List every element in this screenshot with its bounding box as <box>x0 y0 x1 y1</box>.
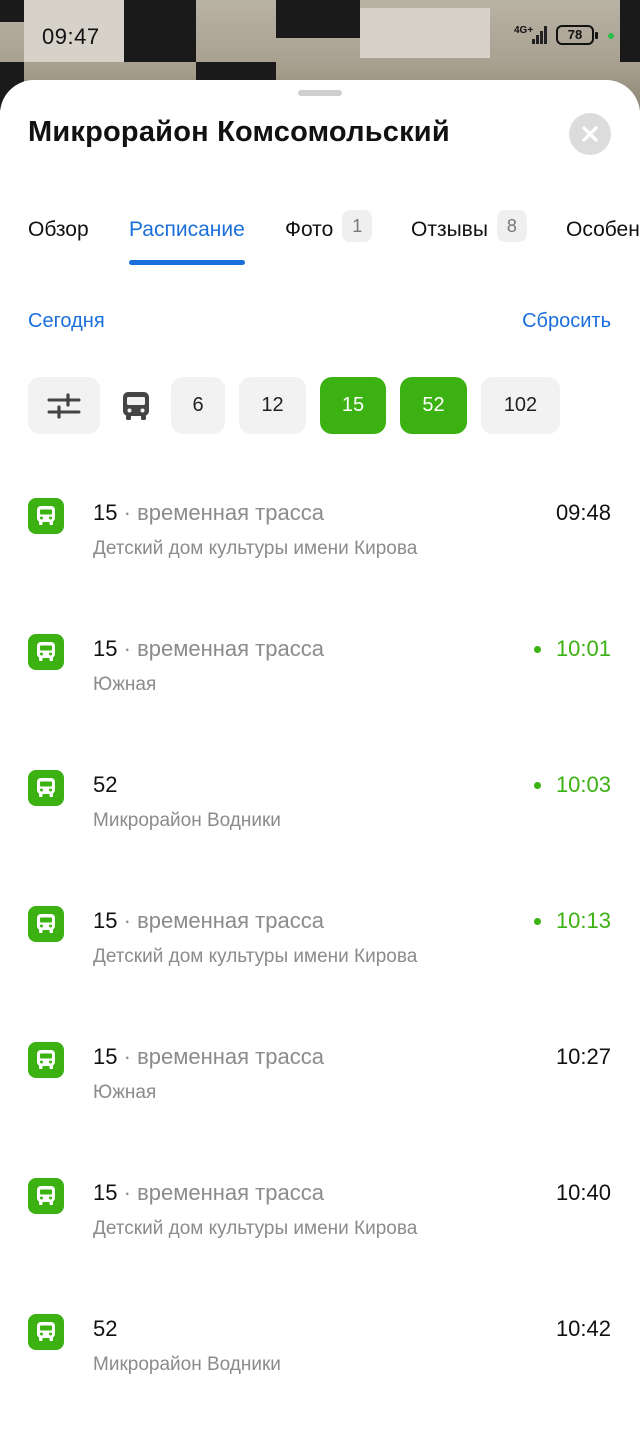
sliders-icon <box>47 392 81 419</box>
route-separator: · <box>123 500 131 525</box>
tab-label: Отзывы <box>411 218 488 241</box>
bus-icon <box>28 770 64 806</box>
route-label: 15 · временная трасса <box>93 908 324 934</box>
route-label: 15 · временная трасса <box>93 500 324 526</box>
bus-icon <box>28 906 64 942</box>
destination: Микрорайон Водники <box>93 810 281 831</box>
tab-features[interactable]: Особен <box>566 210 640 266</box>
tab-reviews[interactable]: Отзывы 8 <box>411 210 527 266</box>
bus-icon <box>28 1314 64 1350</box>
stop-card-sheet: Микрорайон Комсомольский Обзор Расписани… <box>0 80 640 1430</box>
departure-time: 10:13 <box>555 908 611 933</box>
realtime-indicator <box>534 646 541 653</box>
tab-photos[interactable]: Фото 1 <box>285 210 373 266</box>
route-chip-15[interactable]: 15 <box>320 377 386 434</box>
bus-icon <box>28 1178 64 1214</box>
route-note: временная трасса <box>137 908 324 933</box>
destination: Южная <box>93 1082 157 1103</box>
schedule-row[interactable]: 15 · временная трасса Детский дом культу… <box>0 498 640 608</box>
schedule-row[interactable]: 52 Микрорайон Водники 10:42 <box>0 1314 640 1424</box>
route-note: временная трасса <box>137 1180 324 1205</box>
tab-overview[interactable]: Обзор <box>28 210 89 266</box>
route-number: 15 <box>93 500 118 525</box>
departure-time: 10:42 <box>555 1316 611 1341</box>
route-filters: 6 12 15 52 102 <box>0 377 640 435</box>
route-number: 52 <box>93 772 118 797</box>
route-number: 52 <box>93 1316 118 1341</box>
close-button[interactable] <box>569 113 611 155</box>
route-number: 15 <box>93 1044 118 1069</box>
route-separator: · <box>123 908 131 933</box>
close-icon <box>582 126 598 142</box>
route-chip-12[interactable]: 12 <box>239 377 306 434</box>
route-label: 52 <box>93 1316 117 1342</box>
route-number: 15 <box>93 908 118 933</box>
status-bar: 09:47 4G+ 78 <box>0 0 640 70</box>
bus-icon <box>123 391 149 420</box>
tab-label: Обзор <box>28 218 89 241</box>
privacy-indicator <box>608 33 614 39</box>
destination: Детский дом культуры имени Кирова <box>93 946 418 967</box>
route-separator: · <box>123 1180 131 1205</box>
route-chip-102[interactable]: 102 <box>481 377 560 434</box>
reviews-count-badge: 8 <box>496 210 527 242</box>
route-chip-6[interactable]: 6 <box>171 377 225 434</box>
tab-label: Фото <box>285 218 334 241</box>
route-note: временная трасса <box>137 500 324 525</box>
schedule-row[interactable]: 15 · временная трасса Южная 10:01 <box>0 634 640 744</box>
page-title: Микрорайон Комсомольский <box>28 116 450 148</box>
reset-link[interactable]: Сбросить <box>522 310 611 333</box>
route-note: временная трасса <box>137 636 324 661</box>
schedule-row[interactable]: 15 · временная трасса Детский дом культу… <box>0 906 640 1016</box>
departure-time: 10:27 <box>555 1044 611 1069</box>
tab-label: Особен <box>566 218 640 241</box>
signal-icon <box>532 24 548 44</box>
schedule-row[interactable]: 15 · временная трасса Детский дом культу… <box>0 1178 640 1288</box>
route-label: 15 · временная трасса <box>93 1044 324 1070</box>
status-time: 09:47 <box>42 24 100 49</box>
route-label: 15 · временная трасса <box>93 636 324 662</box>
active-tab-indicator <box>129 260 245 265</box>
tab-bar: Обзор Расписание Фото 1 Отзывы 8 Особен <box>0 210 640 270</box>
network-type: 4G+ <box>514 25 534 36</box>
filter-settings-button[interactable] <box>28 377 100 434</box>
transport-type-button[interactable] <box>108 377 164 434</box>
photos-count-badge: 1 <box>342 210 373 242</box>
bus-icon <box>28 1042 64 1078</box>
route-label: 15 · временная трасса <box>93 1180 324 1206</box>
tab-schedule[interactable]: Расписание <box>129 210 245 266</box>
schedule-row[interactable]: 15 · временная трасса Южная 10:27 <box>0 1042 640 1152</box>
realtime-indicator <box>534 918 541 925</box>
destination: Детский дом культуры имени Кирова <box>93 1218 418 1239</box>
today-link[interactable]: Сегодня <box>28 310 105 333</box>
route-separator: · <box>123 1044 131 1069</box>
bus-icon <box>28 498 64 534</box>
departure-time: 10:40 <box>555 1180 611 1205</box>
route-label: 52 <box>93 772 117 798</box>
battery-icon: 78 <box>556 25 598 45</box>
drag-handle[interactable] <box>298 90 342 96</box>
destination: Южная <box>93 674 157 695</box>
schedule-row[interactable]: 52 Микрорайон Водники 10:03 <box>0 770 640 880</box>
realtime-indicator <box>534 782 541 789</box>
route-chip-52[interactable]: 52 <box>400 377 467 434</box>
departure-time: 10:03 <box>555 772 611 797</box>
departure-time: 10:01 <box>555 636 611 661</box>
destination: Детский дом культуры имени Кирова <box>93 538 418 559</box>
route-separator: · <box>123 636 131 661</box>
destination: Микрорайон Водники <box>93 1354 281 1375</box>
route-number: 15 <box>93 1180 118 1205</box>
tab-label: Расписание <box>129 218 245 241</box>
route-note: временная трасса <box>137 1044 324 1069</box>
route-number: 15 <box>93 636 118 661</box>
departure-time: 09:48 <box>555 500 611 525</box>
bus-icon <box>28 634 64 670</box>
